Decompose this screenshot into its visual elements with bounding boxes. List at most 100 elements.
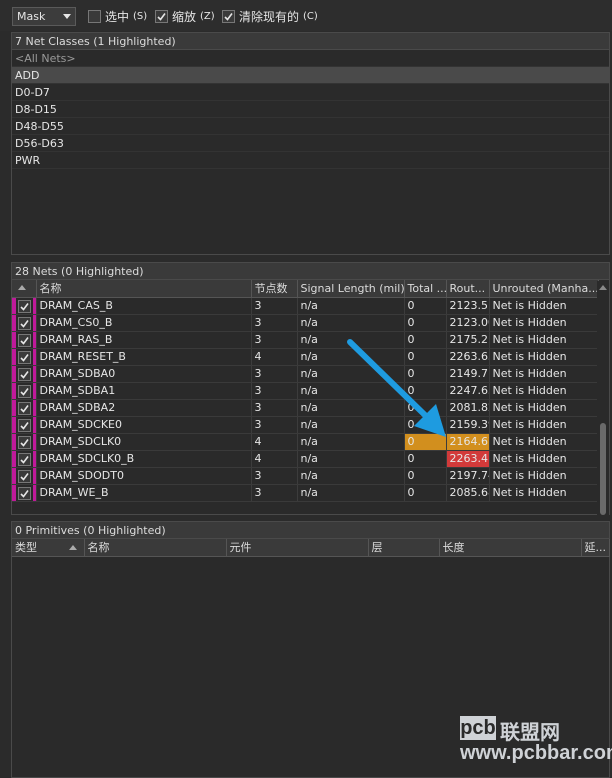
- col-signal-length[interactable]: Signal Length (mil): [297, 280, 405, 298]
- net-name-cell: DRAM_SDODT0: [36, 467, 252, 485]
- scroll-up-icon[interactable]: [599, 285, 607, 290]
- unrouted-cell: Net is Hidden: [489, 297, 599, 315]
- net-class-item[interactable]: <All Nets>: [12, 50, 609, 67]
- net-visibility-cell[interactable]: [12, 433, 37, 451]
- table-row[interactable]: DRAM_CS0_B3n/a02123.00Net is Hidden: [12, 314, 599, 332]
- select-checkbox[interactable]: 选中 (S): [88, 8, 147, 25]
- signal-length-cell: n/a: [297, 365, 405, 383]
- check-icon[interactable]: [222, 10, 235, 23]
- net-visibility-cell[interactable]: [12, 365, 37, 383]
- routed-cell: 2247.65: [446, 382, 490, 400]
- signal-length-cell: n/a: [297, 467, 405, 485]
- net-class-item[interactable]: ADD: [12, 67, 609, 84]
- net-class-color-stripe: [12, 399, 16, 415]
- col-total[interactable]: Total ...: [404, 280, 447, 298]
- total-cell: 0: [404, 365, 447, 383]
- net-classes-panel: 7 Net Classes (1 Highlighted) <All Nets>…: [11, 32, 610, 255]
- net-visibility-cell[interactable]: [12, 416, 37, 434]
- net-visibility-cell[interactable]: [12, 399, 37, 417]
- node-count-cell: 3: [251, 365, 298, 383]
- table-row[interactable]: DRAM_SDCLK0_B4n/a02263.41Net is Hidden: [12, 450, 599, 468]
- net-visibility-cell[interactable]: [12, 297, 37, 315]
- mask-dropdown[interactable]: Mask: [12, 7, 76, 26]
- node-count-cell: 3: [251, 297, 298, 315]
- nets-scrollbar[interactable]: [597, 281, 609, 528]
- table-row[interactable]: DRAM_RAS_B3n/a02175.21Net is Hidden: [12, 331, 599, 349]
- zoom-hotkey: (Z): [200, 11, 215, 22]
- scrollbar-thumb[interactable]: [600, 423, 606, 515]
- col-unrouted[interactable]: Unrouted (Manha...: [489, 280, 599, 298]
- net-class-item[interactable]: D56-D63: [12, 135, 609, 152]
- table-row[interactable]: DRAM_CAS_B3n/a02123.51Net is Hidden: [12, 297, 599, 315]
- net-class-item[interactable]: D48-D55: [12, 118, 609, 135]
- net-visibility-cell[interactable]: [12, 450, 37, 468]
- net-class-color-stripe: [12, 467, 16, 483]
- primitives-header-row: 类型 名称 元件 层 长度 延...: [12, 539, 610, 557]
- net-class-color-stripe: [32, 365, 35, 381]
- unrouted-cell: Net is Hidden: [489, 467, 599, 485]
- unrouted-cell: Net is Hidden: [489, 433, 599, 451]
- routed-cell: 2123.00: [446, 314, 490, 332]
- col-node-count[interactable]: 节点数: [251, 280, 298, 298]
- check-icon[interactable]: [18, 333, 31, 347]
- check-icon[interactable]: [155, 10, 168, 23]
- check-icon[interactable]: [18, 299, 31, 313]
- unrouted-cell: Net is Hidden: [489, 484, 599, 502]
- net-class-color-stripe: [12, 416, 16, 432]
- signal-length-cell: n/a: [297, 416, 405, 434]
- col-layer[interactable]: 层: [368, 539, 440, 557]
- col-name[interactable]: 名称: [36, 280, 252, 298]
- table-row[interactable]: DRAM_SDCLK04n/a02164.67Net is Hidden: [12, 433, 599, 451]
- col-delay[interactable]: 延...: [581, 539, 610, 557]
- net-class-item[interactable]: D8-D15: [12, 101, 609, 118]
- net-class-color-stripe: [32, 382, 35, 398]
- clear-existing-hotkey: (C): [303, 11, 318, 22]
- col-name[interactable]: 名称: [84, 539, 227, 557]
- net-visibility-cell[interactable]: [12, 484, 37, 502]
- net-class-item[interactable]: D0-D7: [12, 84, 609, 101]
- node-count-cell: 3: [251, 467, 298, 485]
- clear-existing-checkbox[interactable]: 清除现有的 (C): [222, 8, 318, 25]
- checkbox-box[interactable]: [88, 10, 101, 23]
- net-visibility-cell[interactable]: [12, 382, 37, 400]
- net-name-cell: DRAM_RAS_B: [36, 331, 252, 349]
- check-icon[interactable]: [18, 452, 31, 466]
- check-icon[interactable]: [18, 350, 31, 364]
- check-icon[interactable]: [18, 418, 31, 432]
- net-class-color-stripe: [32, 399, 35, 415]
- signal-length-cell: n/a: [297, 433, 405, 451]
- check-icon[interactable]: [18, 316, 31, 330]
- total-cell: 0: [404, 297, 447, 315]
- check-icon[interactable]: [18, 367, 31, 381]
- check-icon[interactable]: [18, 486, 31, 500]
- sort-column-header[interactable]: [12, 280, 37, 298]
- col-type[interactable]: 类型: [12, 539, 85, 557]
- check-icon[interactable]: [18, 469, 31, 483]
- node-count-cell: 4: [251, 450, 298, 468]
- table-row[interactable]: DRAM_WE_B3n/a02085.68Net is Hidden: [12, 484, 599, 502]
- col-length[interactable]: 长度: [439, 539, 582, 557]
- watermark-name: 联盟网: [500, 720, 560, 744]
- total-cell: 0: [404, 416, 447, 434]
- net-class-color-stripe: [32, 297, 35, 313]
- watermark-url: www.pcbbar.com: [460, 742, 612, 764]
- net-visibility-cell[interactable]: [12, 348, 37, 366]
- check-icon[interactable]: [18, 401, 31, 415]
- table-row[interactable]: DRAM_SDBA13n/a02247.65Net is Hidden: [12, 382, 599, 400]
- signal-length-cell: n/a: [297, 450, 405, 468]
- table-row[interactable]: DRAM_SDODT03n/a02197.74Net is Hidden: [12, 467, 599, 485]
- check-icon[interactable]: [18, 435, 31, 449]
- col-component[interactable]: 元件: [226, 539, 369, 557]
- net-visibility-cell[interactable]: [12, 331, 37, 349]
- table-row[interactable]: DRAM_SDBA03n/a02149.71Net is Hidden: [12, 365, 599, 383]
- table-row[interactable]: DRAM_SDBA23n/a02081.82Net is Hidden: [12, 399, 599, 417]
- net-name-cell: DRAM_SDCKE0: [36, 416, 252, 434]
- col-routed[interactable]: Rout...: [446, 280, 490, 298]
- zoom-checkbox[interactable]: 缩放 (Z): [155, 8, 215, 25]
- table-row[interactable]: DRAM_RESET_B4n/a02263.65Net is Hidden: [12, 348, 599, 366]
- check-icon[interactable]: [18, 384, 31, 398]
- table-row[interactable]: DRAM_SDCKE03n/a02159.39Net is Hidden: [12, 416, 599, 434]
- net-class-item[interactable]: PWR: [12, 152, 609, 169]
- net-visibility-cell[interactable]: [12, 314, 37, 332]
- net-visibility-cell[interactable]: [12, 467, 37, 485]
